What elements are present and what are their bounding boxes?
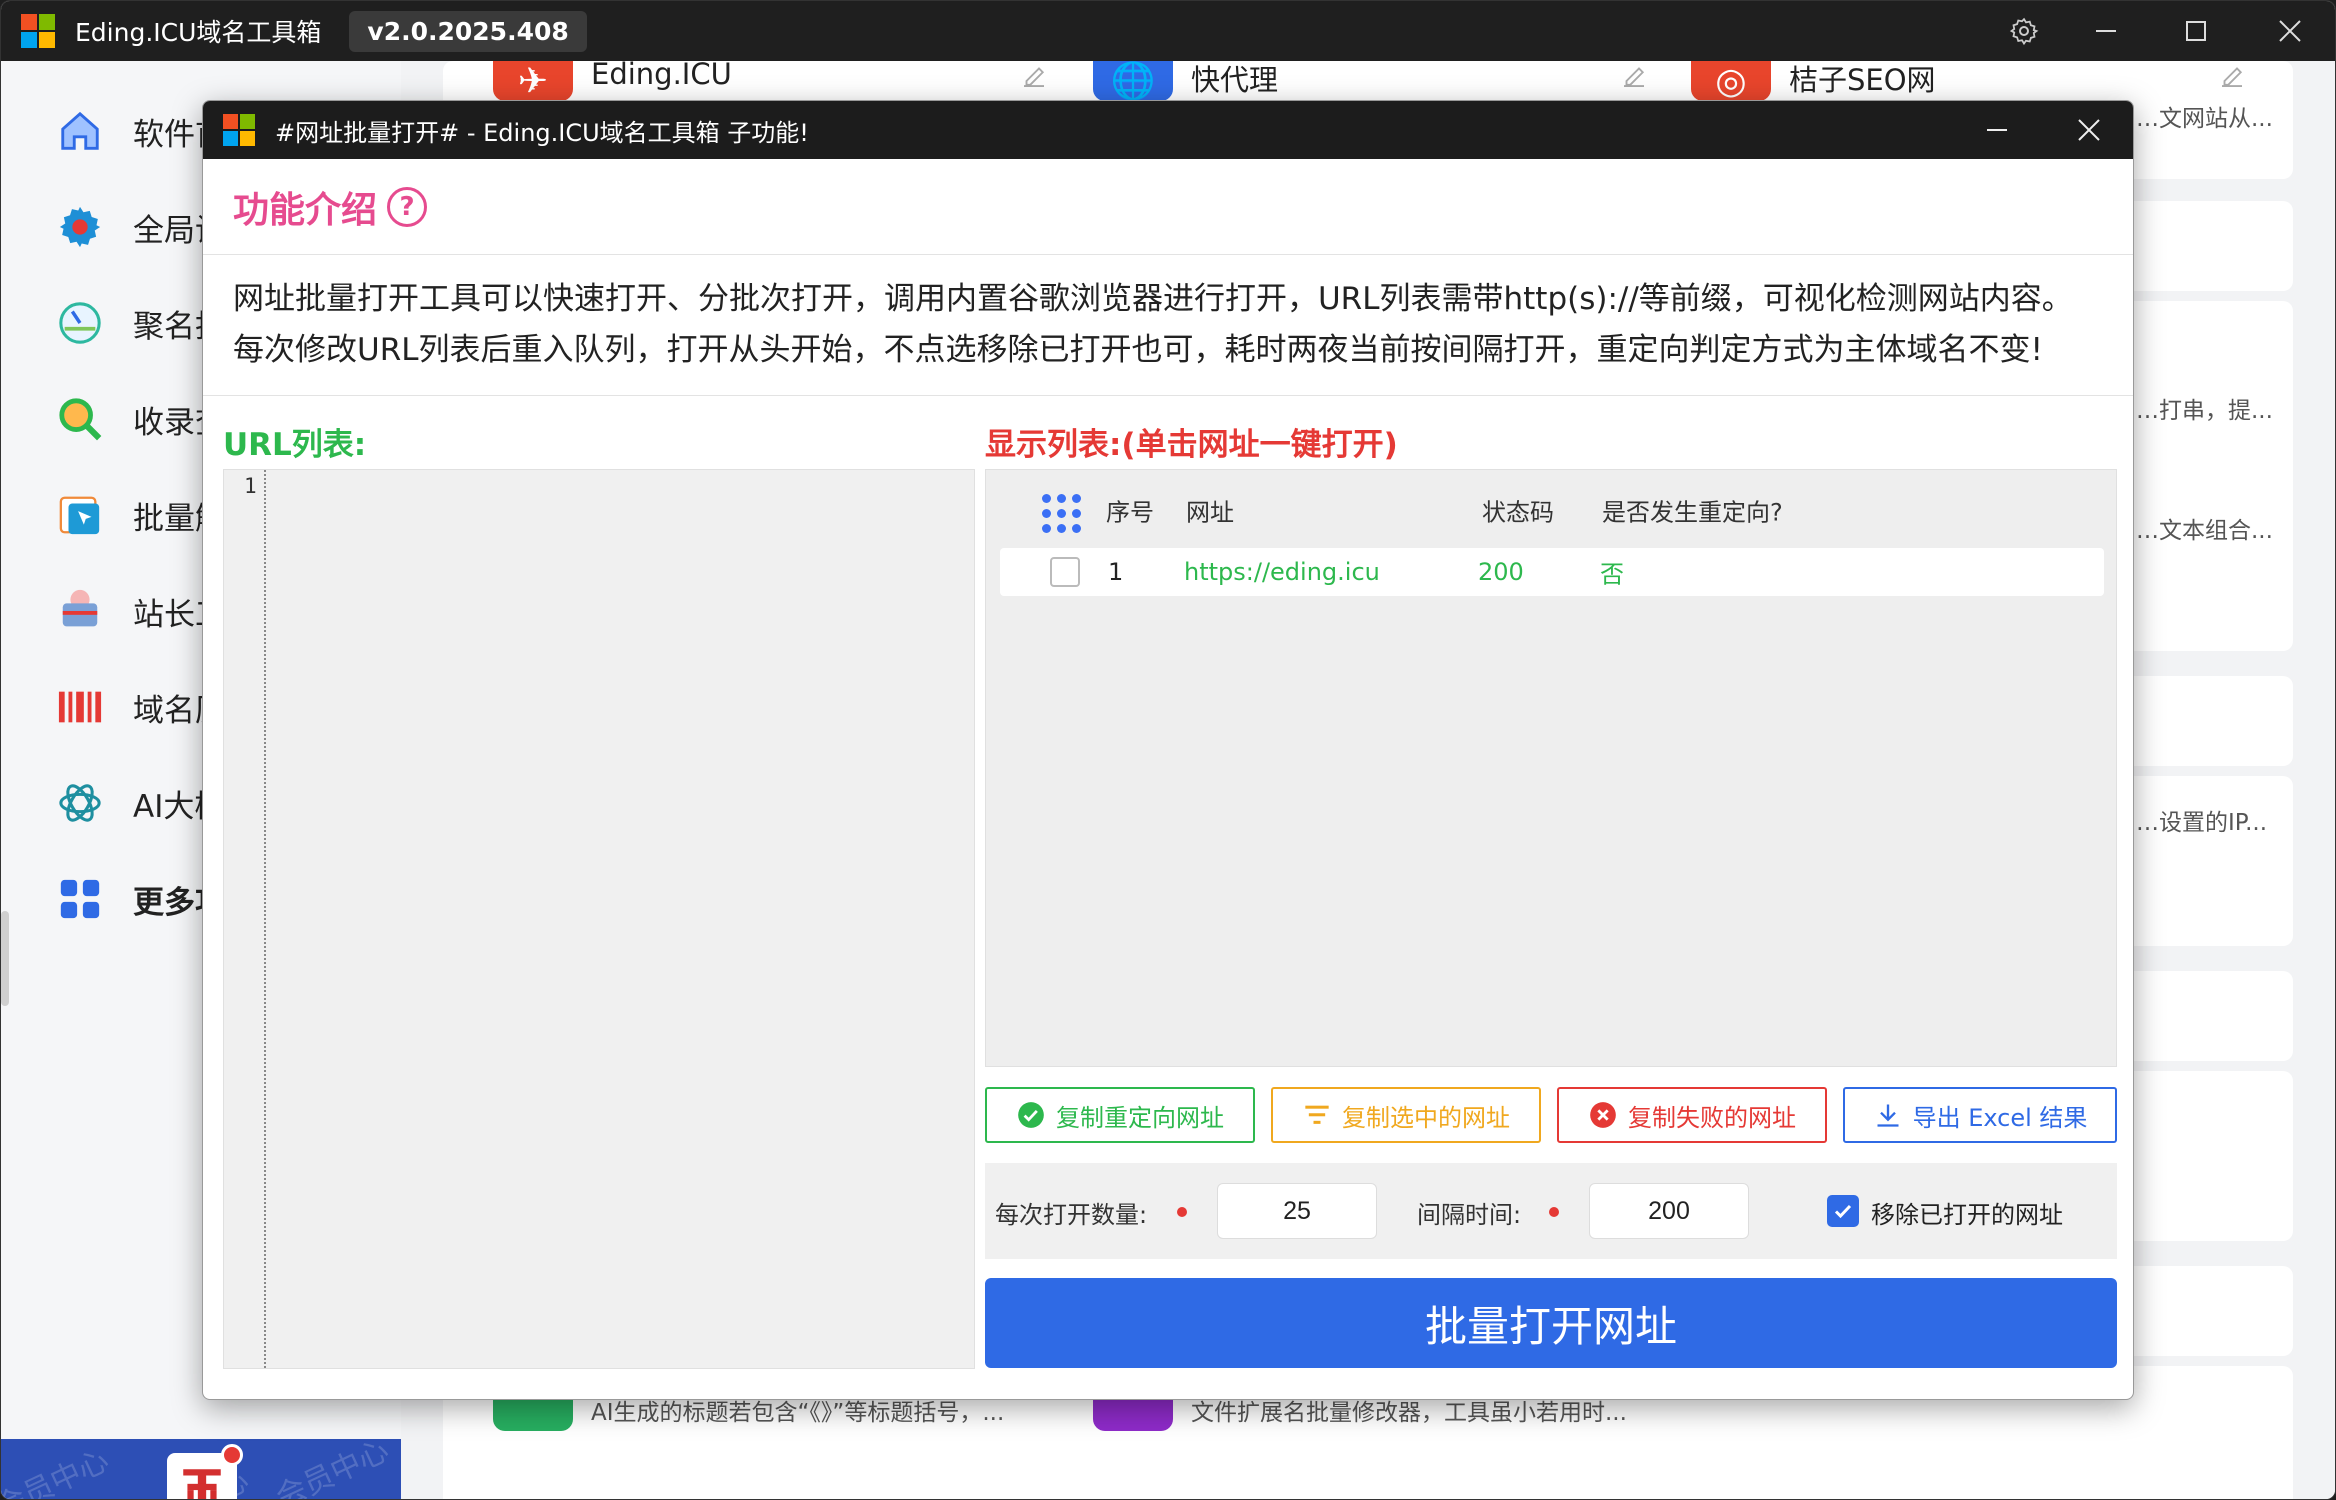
tool-name: 快代理 [1191,63,1279,97]
help-icon[interactable]: ? [387,186,428,227]
line-number-gutter: 1 [224,470,266,1368]
home-icon [57,108,103,154]
sidebar-active-indicator [1,911,9,1006]
export-excel-button[interactable]: 导出 Excel 结果 [1843,1087,2117,1143]
cursor-icon [57,492,103,538]
required-dot [1549,1207,1559,1217]
filter-icon [1302,1100,1332,1130]
required-dot [1177,1207,1187,1217]
x-circle-icon [1588,1100,1618,1130]
magnifier-icon [57,396,103,442]
intro-line: 网址批量打开工具可以快速打开、分批次打开，调用内置谷歌浏览器进行打开，URL列表… [233,281,2073,317]
tool-desc: …文网站从... [2136,106,2273,132]
app-logo-icon [21,14,55,48]
header-redirect[interactable]: 是否发生重定向? [1602,493,1783,528]
url-list-label: URL列表: [223,427,367,463]
app-close-button[interactable] [2245,1,2335,61]
version-badge: v2.0.2025.408 [349,10,587,52]
vip-watermark: 会员中心 [270,1439,395,1500]
url-list-editor[interactable]: 1 [223,469,975,1369]
globe-icon: 🌐 [1093,61,1173,102]
intro-header: 功能介绍 ? [203,159,2133,255]
app-titlebar: Eding.ICU域名工具箱 v2.0.2025.408 [1,1,2335,61]
header-url[interactable]: 网址 [1186,493,1234,528]
copy-selected-button[interactable]: 复制选中的网址 [1271,1087,1541,1143]
tool-desc: …打串，提... [2136,398,2273,424]
line-number: 1 [244,474,257,498]
gear-icon [57,204,103,250]
download-icon [1873,1100,1903,1130]
dialog-close-button[interactable] [2043,101,2133,159]
tool-name: Eding.ICU [591,57,732,91]
tool-desc: …文本组合... [2136,518,2273,544]
row-url-link[interactable]: https://eding.icu [1184,558,1380,586]
tool-desc: …设置的IP... [2136,810,2268,836]
intro-line: 每次修改URL列表后重入队列，打开从头开始，不点选移除已打开也可，耗时两夜当前按… [233,332,2043,368]
tool-item-juzi-seo[interactable]: ◎ 桔子SEO网 [1691,61,1936,102]
settings-gear-icon[interactable] [1979,1,2069,61]
plane-icon: ✈ [493,61,573,102]
tool-name: 桔子SEO网 [1789,63,1936,97]
apps-grid-icon [57,876,103,922]
table-header: 序号 网址 状态码 是否发生重定向? [1000,470,2104,550]
display-list-label: 显示列表:(单击网址一键打开) [985,427,1398,463]
app-title: Eding.ICU域名工具箱 [75,18,322,47]
edit-icon[interactable] [1019,61,1049,91]
tool-item-eding[interactable]: ✈ Eding.ICU [493,57,732,102]
per-open-label: 每次打开数量: [995,1201,1148,1229]
copy-redirect-button[interactable]: 复制重定向网址 [985,1087,1255,1143]
notification-dot [221,1444,243,1466]
row-redirect: 否 [1600,560,1624,589]
check-circle-icon [1016,1100,1046,1130]
barcode-icon [57,684,103,730]
row-status: 200 [1478,558,1524,586]
button-label: 复制选中的网址 [1342,1103,1510,1132]
remove-opened-checkbox[interactable] [1827,1195,1859,1227]
vip-watermark: 会员中心 [1,1442,115,1500]
batch-open-dialog: #网址批量打开# - Eding.ICU域名工具箱 子功能! 功能介绍 ? 网址… [202,100,2134,1400]
copy-failed-button[interactable]: 复制失败的网址 [1557,1087,1827,1143]
gauge-icon [57,300,103,346]
row-checkbox[interactable] [1050,557,1080,587]
dialog-titlebar: #网址批量打开# - Eding.ICU域名工具箱 子功能! [203,101,2133,159]
edit-icon[interactable] [1619,61,1649,91]
vip-center-banner[interactable]: 会员中心 会员中心 会员中心 [1,1439,401,1500]
column-settings-icon[interactable] [1042,494,1082,534]
interval-input[interactable] [1589,1183,1749,1239]
button-label: 复制失败的网址 [1628,1103,1796,1132]
intro-description: 网址批量打开工具可以快速打开、分批次打开，调用内置谷歌浏览器进行打开，URL列表… [203,256,2133,396]
intro-title: 功能介绍 [233,189,378,231]
row-index: 1 [1108,558,1124,586]
dialog-title: #网址批量打开# - Eding.ICU域名工具箱 子功能! [275,118,809,147]
settings-bar: 每次打开数量: 间隔时间: 移除已打开的网址 [985,1163,2117,1259]
dialog-minimize-button[interactable] [1951,101,2043,159]
openai-icon [57,780,103,826]
header-status[interactable]: 状态码 [1482,493,1554,528]
interval-label: 间隔时间: [1417,1201,1522,1229]
result-table: 序号 网址 状态码 是否发生重定向? 1 https://eding.icu 2… [985,469,2117,1067]
edit-icon[interactable] [2217,61,2247,91]
app-minimize-button[interactable] [2061,1,2151,61]
remove-opened-label[interactable]: 移除已打开的网址 [1871,1195,2063,1230]
header-index[interactable]: 序号 [1106,493,1154,528]
globe-search-icon: ◎ [1691,61,1771,102]
per-open-input[interactable] [1217,1183,1377,1239]
button-label: 导出 Excel 结果 [1912,1103,2088,1132]
toolbox-icon [57,588,103,634]
tool-item-kuaidaili[interactable]: 🌐 快代理 [1093,61,1278,102]
app-maximize-button[interactable] [2151,1,2241,61]
table-row[interactable]: 1 https://eding.icu 200 否 [1000,548,2104,596]
dialog-logo-icon [223,114,255,146]
button-label: 复制重定向网址 [1056,1103,1224,1132]
batch-open-button[interactable]: 批量打开网址 [985,1278,2117,1368]
